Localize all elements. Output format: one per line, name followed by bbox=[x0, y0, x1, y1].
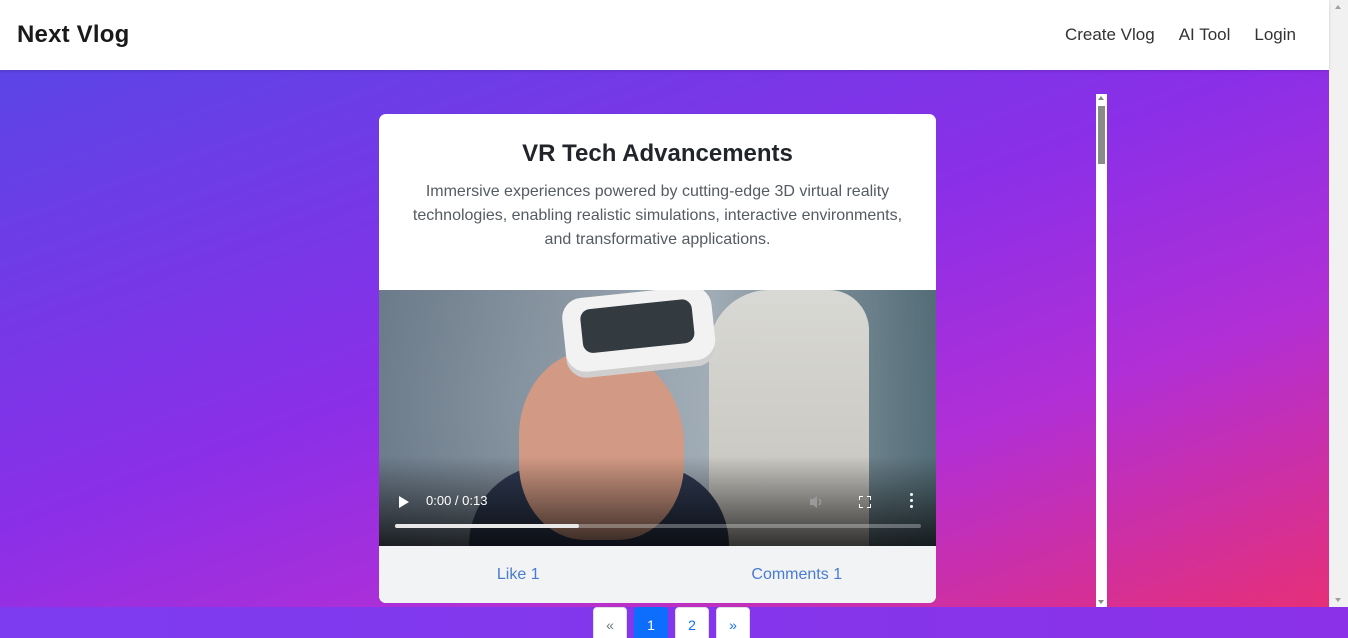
nav-ai-tool[interactable]: AI Tool bbox=[1179, 25, 1231, 45]
video-player[interactable]: 0:00 / 0:13 bbox=[379, 290, 936, 546]
pagination-page-1[interactable]: 1 bbox=[634, 607, 668, 638]
pagination-next[interactable]: » bbox=[716, 607, 750, 638]
page-scroll-down-icon[interactable] bbox=[1335, 598, 1341, 602]
vlog-description: Immersive experiences powered by cutting… bbox=[412, 183, 903, 248]
video-controls: 0:00 / 0:13 bbox=[379, 476, 936, 546]
page-scrollbar[interactable] bbox=[1329, 0, 1348, 607]
card-footer: Like 1 Comments 1 bbox=[379, 546, 936, 603]
scrollbar-thumb[interactable] bbox=[1098, 106, 1105, 164]
nav-login[interactable]: Login bbox=[1254, 25, 1296, 45]
nav-create-vlog[interactable]: Create Vlog bbox=[1065, 25, 1155, 45]
video-time: 0:00 / 0:13 bbox=[426, 493, 488, 508]
navbar: Next Vlog Create Vlog AI Tool Login bbox=[0, 0, 1329, 70]
video-progress-fill bbox=[395, 524, 580, 528]
volume-icon[interactable] bbox=[809, 495, 825, 509]
like-button[interactable]: Like 1 bbox=[379, 566, 658, 584]
pagination-page-2[interactable]: 2 bbox=[675, 607, 709, 638]
scroll-down-icon[interactable] bbox=[1098, 600, 1104, 604]
video-frame-vr-headset bbox=[560, 290, 718, 380]
vlog-title: VR Tech Advancements bbox=[522, 140, 793, 167]
play-icon[interactable] bbox=[399, 496, 409, 508]
pagination: « 1 2 » bbox=[593, 607, 750, 638]
pagination-prev[interactable]: « bbox=[593, 607, 627, 638]
content-scrollbar[interactable] bbox=[1096, 94, 1107, 607]
nav-links: Create Vlog AI Tool Login bbox=[1065, 25, 1296, 45]
main-content: VR Tech Advancements Immersive experienc… bbox=[0, 70, 1329, 607]
video-progress-bar[interactable] bbox=[395, 524, 921, 528]
brand-logo[interactable]: Next Vlog bbox=[17, 21, 129, 49]
vlog-card: VR Tech Advancements Immersive experienc… bbox=[379, 114, 936, 603]
comments-button[interactable]: Comments 1 bbox=[658, 566, 937, 584]
more-options-icon[interactable] bbox=[910, 493, 914, 509]
page-scroll-up-icon[interactable] bbox=[1335, 5, 1341, 9]
scroll-up-icon[interactable] bbox=[1098, 96, 1104, 100]
fullscreen-icon[interactable] bbox=[859, 496, 871, 508]
